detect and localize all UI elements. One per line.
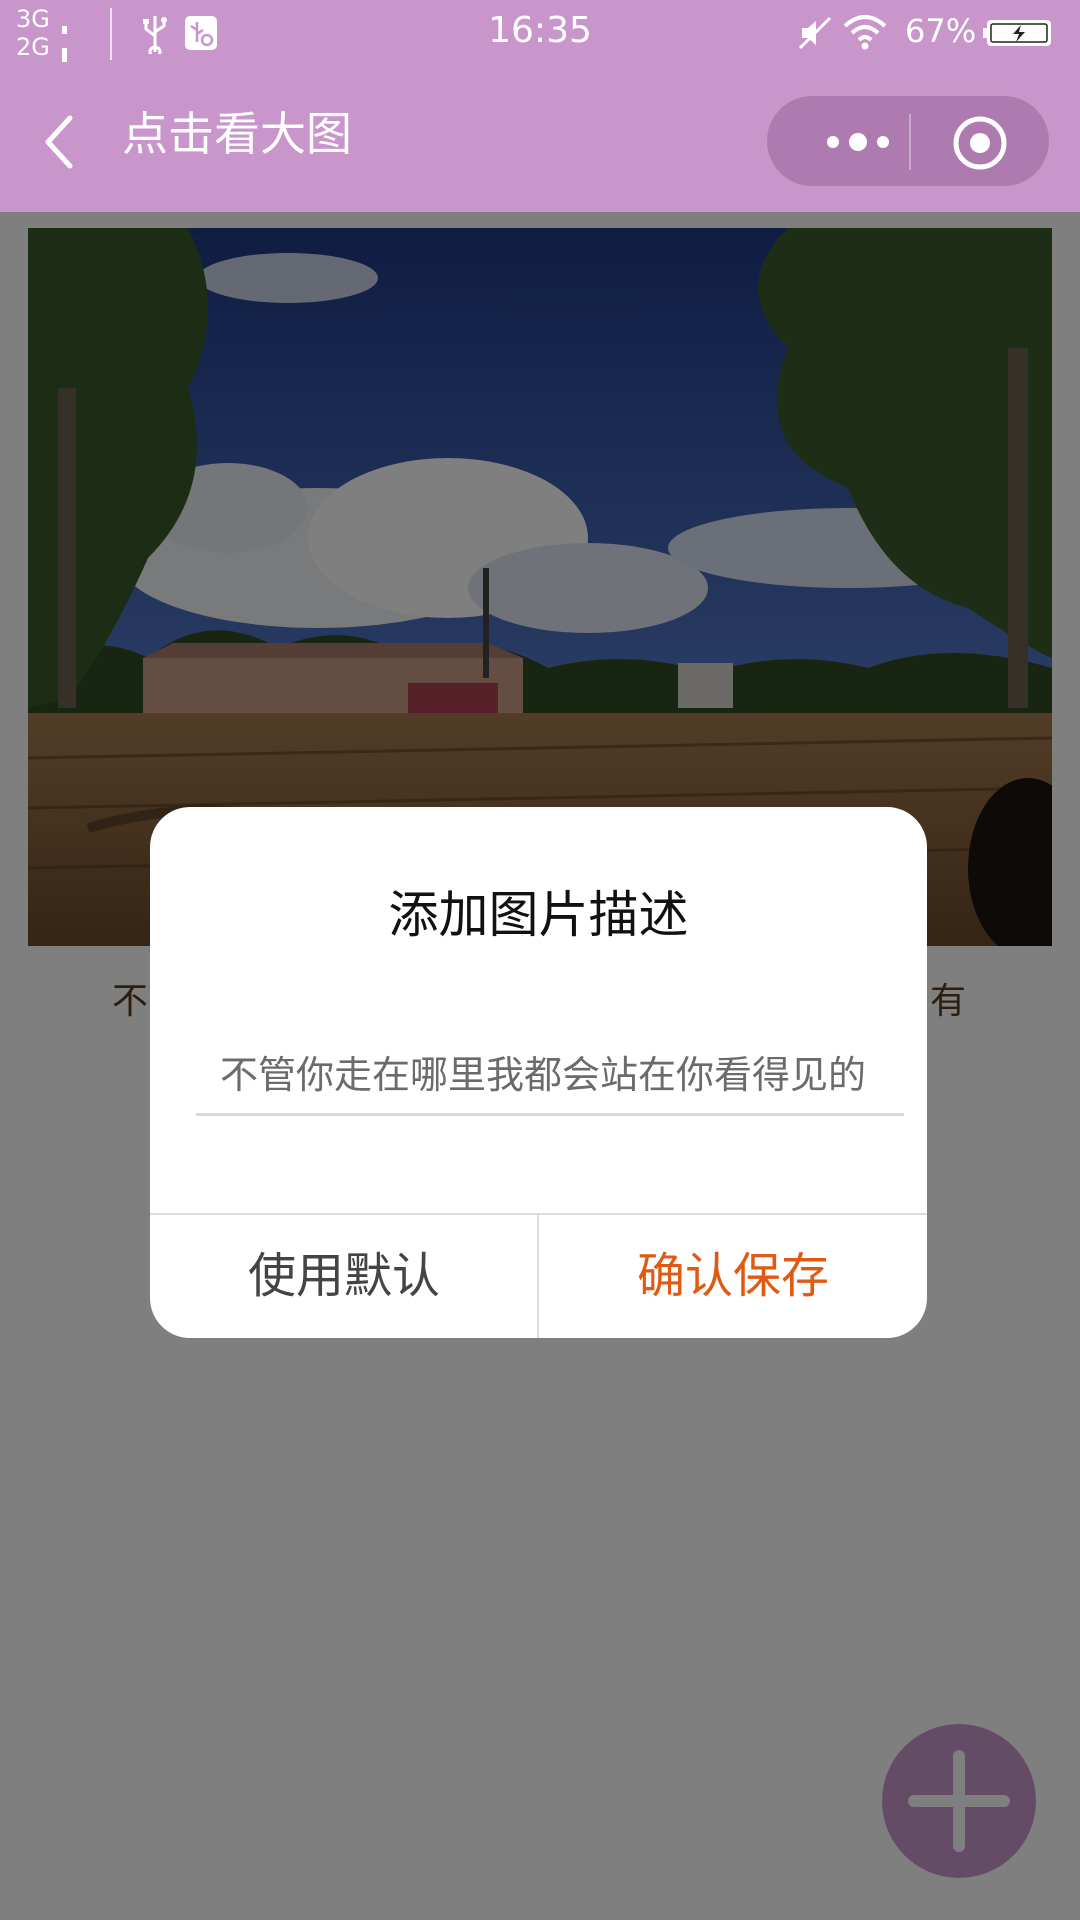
nav-bar: 点击看大图 xyxy=(0,64,1080,212)
page-title: 点击看大图 xyxy=(122,107,352,161)
chevron-left-icon[interactable] xyxy=(38,112,82,172)
signal-bars-1-icon xyxy=(62,8,71,112)
more-dots-icon[interactable] xyxy=(803,114,913,170)
battery-percent: 67% xyxy=(905,12,977,50)
network-label-1: 3G xyxy=(16,5,50,33)
usb-icon xyxy=(143,16,167,54)
signal-bars-2-icon xyxy=(62,36,71,140)
confirm-save-button[interactable]: 确认保存 xyxy=(539,1215,927,1338)
dialog-title: 添加图片描述 xyxy=(388,886,689,944)
usb-debug-icon xyxy=(185,16,217,50)
mini-program-capsule xyxy=(765,94,1051,188)
mute-icon xyxy=(798,16,832,50)
add-fab-button[interactable] xyxy=(882,1724,1036,1878)
fab-dim-layer xyxy=(882,1724,1036,1878)
network-label-2: 2G xyxy=(16,33,50,61)
network-row-1: 3G xyxy=(16,5,67,112)
status-divider xyxy=(110,8,112,60)
use-default-button[interactable]: 使用默认 xyxy=(150,1215,538,1338)
network-row-2: 2G xyxy=(16,33,67,140)
status-bar: 3G 2G 16:35 67% xyxy=(0,0,1080,140)
wifi-icon xyxy=(843,15,887,50)
description-input[interactable] xyxy=(196,1045,904,1116)
battery-icon xyxy=(983,20,1051,46)
capsule-divider xyxy=(909,114,911,170)
dialog-footer: 使用默认 确认保存 xyxy=(150,1213,927,1338)
close-target-icon[interactable] xyxy=(947,110,1013,176)
status-time: 16:35 xyxy=(488,10,592,51)
add-description-dialog: 添加图片描述 使用默认 确认保存 xyxy=(150,807,927,1338)
